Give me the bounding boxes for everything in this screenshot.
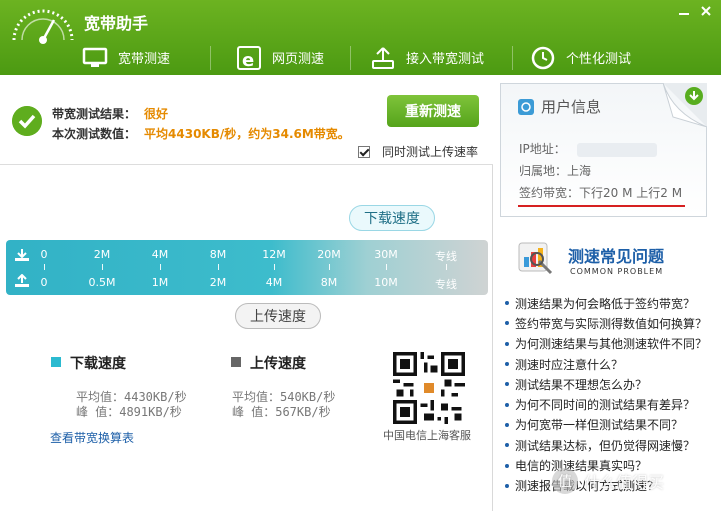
scale-tick-mark bbox=[446, 264, 447, 270]
app-header: 宽带助手 宽带测速 e 网页测速 接入带宽测试 个性化测试 bbox=[0, 0, 721, 75]
ip-address-redacted bbox=[577, 143, 657, 157]
speedtest-panel: 带宽测试结果： 很好 本次测试数值： 平均4430KB/秒，约为34.6M带宽。 重… bbox=[0, 75, 493, 511]
tab-label: 网页测速 bbox=[272, 52, 325, 67]
faq-item[interactable]: 签约带宽与实际测得数值如何换算？ bbox=[505, 313, 707, 333]
download-tick-label: 20M bbox=[317, 248, 341, 261]
download-tick-label: 8M bbox=[209, 248, 227, 261]
upload-tick-label: 10M bbox=[374, 276, 398, 289]
upload-tick-label: 专线 bbox=[435, 278, 457, 291]
close-icon[interactable] bbox=[697, 4, 715, 18]
sidebar-panel: 用户信息 IP地址： 归属地：上海 签约带宽：下行20 M 上行2 M 测速常见… bbox=[493, 75, 721, 511]
tab-label: 宽带测速 bbox=[118, 52, 171, 67]
user-info-title: 用户信息 bbox=[541, 98, 602, 116]
faq-item[interactable]: 为何测速结果与其他测速软件不同？ bbox=[505, 334, 707, 354]
upload-legend-swatch bbox=[231, 357, 241, 367]
bandwidth-conversion-link[interactable]: 查看带宽换算表 bbox=[50, 429, 134, 446]
faq-item[interactable]: 为何不同时间的测试结果有差异？ bbox=[505, 394, 707, 414]
upload-tick-label: 0.5M bbox=[88, 276, 116, 289]
nav-divider bbox=[350, 46, 351, 70]
faq-item[interactable]: 测速时应注意什么？ bbox=[505, 354, 707, 374]
nav-divider bbox=[210, 46, 211, 70]
user-info-icon bbox=[518, 99, 534, 115]
download-tick-label: 0 bbox=[40, 248, 48, 261]
tab-label: 个性化测试 bbox=[566, 52, 632, 67]
tab-access-bandwidth-test[interactable]: 接入带宽测试 bbox=[370, 40, 484, 75]
scale-tick-mark bbox=[329, 264, 330, 270]
nav-divider bbox=[512, 46, 513, 70]
download-icon bbox=[15, 249, 29, 261]
scale-tick-mark bbox=[218, 264, 219, 270]
download-tick-label: 2M bbox=[93, 248, 111, 261]
location-row: 归属地：上海 bbox=[519, 164, 592, 178]
monitor-icon bbox=[82, 47, 108, 67]
upload-speed-bubble: 上传速度 bbox=[235, 303, 321, 329]
faq-chart-icon bbox=[518, 242, 553, 275]
scale-tick-mark bbox=[160, 264, 161, 270]
download-tick-label: 专线 bbox=[435, 250, 457, 263]
upload-test-label: 同时测试上传速率 bbox=[382, 145, 479, 159]
subscribed-bandwidth-row: 签约带宽：下行20 M 上行2 M bbox=[519, 186, 683, 200]
download-peak: 峰 值：4891KB/秒 bbox=[76, 405, 182, 419]
upload-tick-label: 2M bbox=[209, 276, 227, 289]
tab-broadband-speedtest[interactable]: 宽带测速 bbox=[82, 40, 170, 75]
faq-item[interactable]: 测速结果为何会略低于签约带宽？ bbox=[505, 293, 707, 313]
upload-icon bbox=[15, 274, 29, 287]
tab-label: 接入带宽测试 bbox=[406, 52, 485, 67]
download-legend-swatch bbox=[51, 357, 61, 367]
page-fold-download-icon[interactable] bbox=[663, 83, 707, 127]
download-tick-label: 30M bbox=[374, 248, 398, 261]
result-quality-label: 带宽测试结果： bbox=[52, 107, 137, 121]
main-nav: 宽带测速 e 网页测速 接入带宽测试 个性化测试 bbox=[0, 40, 721, 75]
browser-e-icon: e bbox=[237, 45, 261, 71]
window-controls bbox=[675, 4, 715, 18]
watermark: 值 什么值得买 bbox=[552, 468, 664, 494]
result-value-text: 平均4430KB/秒，约为34.6M带宽。 bbox=[144, 127, 350, 141]
watermark-text: 什么值得买 bbox=[584, 473, 665, 492]
download-speed-bubble: 下载速度 bbox=[349, 205, 435, 231]
faq-item[interactable]: 测试结果不理想怎么办？ bbox=[505, 374, 707, 394]
clock-icon bbox=[531, 46, 555, 69]
result-value-label: 本次测试数值： bbox=[52, 127, 137, 141]
upload-test-option[interactable]: 同时测试上传速率 bbox=[358, 143, 478, 160]
app-title: 宽带助手 bbox=[84, 14, 149, 33]
speed-scale-bar: 0 0 2M 0.5M 4M 1M 8M 2M 12M 4M 20M 8M 30M 10M 专线 专线 bbox=[6, 240, 488, 295]
upload-test-checkbox[interactable] bbox=[358, 145, 370, 158]
result-value-row: 本次测试数值： 平均4430KB/秒，约为34.6M带宽。 bbox=[52, 125, 350, 142]
watermark-badge: 值 bbox=[552, 468, 578, 494]
upload-tick-label: 8M bbox=[320, 276, 338, 289]
retest-button[interactable]: 重新测速 bbox=[387, 95, 479, 127]
scale-tick-mark bbox=[386, 264, 387, 270]
user-info-card: 用户信息 IP地址： 归属地：上海 签约带宽：下行20 M 上行2 M bbox=[500, 83, 707, 217]
scale-tick-mark bbox=[44, 264, 45, 270]
result-quality-row: 带宽测试结果： 很好 bbox=[52, 105, 168, 122]
upload-tick-label: 4M bbox=[265, 276, 283, 289]
upload-tick-label: 1M bbox=[151, 276, 169, 289]
upload-peak: 峰 值：567KB/秒 bbox=[232, 405, 331, 419]
faq-item[interactable]: 测试结果达标，但仍觉得网速慢？ bbox=[505, 435, 707, 455]
ip-address-label: IP地址： bbox=[519, 142, 566, 156]
upload-stats-title: 上传速度 bbox=[250, 356, 306, 372]
result-quality-value: 很好 bbox=[144, 107, 169, 121]
faq-subtitle: COMMON PROBLEM bbox=[570, 267, 664, 276]
upload-tick-label: 0 bbox=[40, 276, 48, 289]
svg-text:e: e bbox=[242, 50, 254, 71]
result-summary: 带宽测试结果： 很好 本次测试数值： 平均4430KB/秒，约为34.6M带宽。 重… bbox=[0, 75, 493, 165]
scale-tick-mark bbox=[274, 264, 275, 270]
faq-title: 测速常见问题 bbox=[568, 247, 665, 266]
tab-personalized-test[interactable]: 个性化测试 bbox=[530, 40, 631, 75]
speedometer-logo-icon bbox=[12, 9, 74, 44]
qr-caption: 中国电信上海客服 bbox=[383, 429, 471, 442]
scale-tick-mark bbox=[102, 264, 103, 270]
faq-item[interactable]: 为何宽带一样但测试结果不同？ bbox=[505, 415, 707, 435]
download-tick-label: 12M bbox=[262, 248, 286, 261]
faq-list: 测速结果为何会略低于签约带宽？ 签约带宽与实际测得数值如何换算？ 为何测速结果与其他… bbox=[505, 293, 707, 496]
network-upload-icon bbox=[372, 46, 394, 69]
qr-code-icon bbox=[393, 352, 465, 424]
download-stats-title: 下载速度 bbox=[70, 356, 126, 372]
download-tick-label: 4M bbox=[151, 248, 169, 261]
tab-webpage-speedtest[interactable]: e 网页测速 bbox=[236, 40, 324, 75]
minimize-icon[interactable] bbox=[675, 4, 693, 18]
bandwidth-underline bbox=[518, 205, 685, 207]
success-check-icon bbox=[12, 106, 42, 136]
